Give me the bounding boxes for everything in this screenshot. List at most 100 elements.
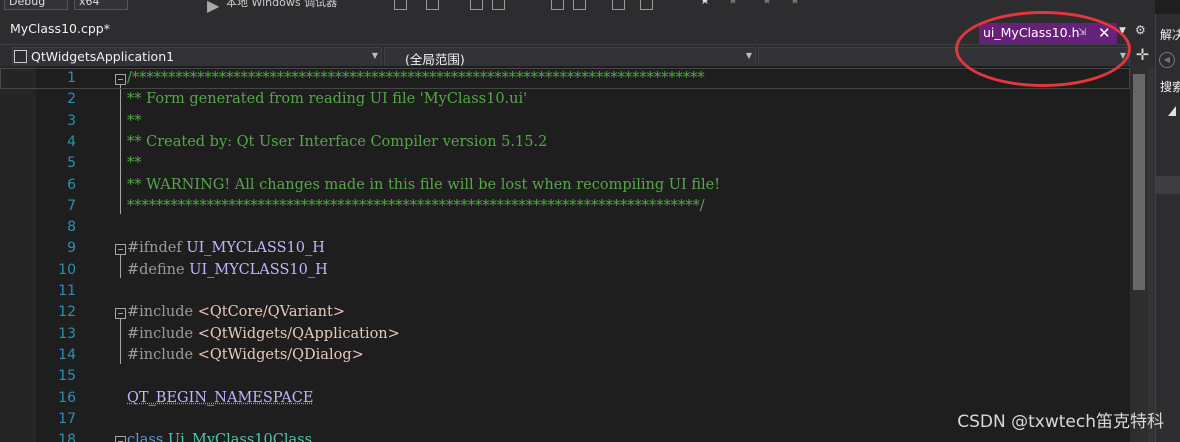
code-token: **: [127, 112, 142, 129]
code-token: #ifndef: [127, 240, 187, 257]
collapse-icon[interactable]: [115, 74, 126, 85]
code-line[interactable]: 5 **: [0, 153, 1130, 174]
code-token: #include: [127, 346, 198, 363]
code-line[interactable]: 6 ** WARNING! All changes made in this fi…: [0, 175, 1130, 196]
code-line[interactable]: 11: [0, 281, 1130, 302]
line-number: 8: [67, 219, 76, 236]
bookmark-icon[interactable]: ★: [700, 0, 710, 7]
bookmark-prev-icon[interactable]: ★: [728, 0, 738, 7]
code-token: #define: [127, 261, 190, 278]
code-line[interactable]: 2 ** Form generated from reading UI file …: [0, 89, 1130, 110]
line-number: 10: [58, 261, 76, 278]
start-debug-icon[interactable]: ▶: [207, 0, 219, 14]
scrollbar-map-strip: [1148, 66, 1155, 442]
collapse-icon[interactable]: [115, 436, 126, 442]
gear-icon[interactable]: ⚙: [1135, 23, 1146, 37]
toolbar-tool-icon[interactable]: [394, 0, 407, 10]
code-token: class: [127, 432, 168, 442]
configuration-dropdown[interactable]: Debug: [4, 0, 68, 10]
line-number: 3: [67, 112, 76, 129]
line-number: 12: [58, 304, 76, 321]
code-line[interactable]: 10 #define UI_MYCLASS10_H: [0, 260, 1130, 281]
panel-title: 解决方案资源管理器: [1160, 28, 1180, 42]
line-number: 6: [67, 176, 76, 193]
code-token: #include: [127, 325, 198, 342]
annotation-circle: [955, 11, 1131, 87]
toolbar-tool-icon[interactable]: [551, 0, 564, 10]
code-token: **: [127, 155, 142, 172]
toolbar-tool-icon[interactable]: [492, 0, 505, 10]
code-text: ****************************************…: [127, 196, 705, 217]
toolbar-tool-icon[interactable]: [470, 0, 483, 10]
code-text: ** Form generated from reading UI file '…: [127, 89, 527, 110]
code-line[interactable]: 15: [0, 366, 1130, 387]
line-number: 5: [67, 155, 76, 172]
code-text: #ifndef UI_MYCLASS10_H: [127, 238, 325, 259]
platform-label: x64: [79, 0, 100, 8]
code-text: #include <QtCore/QVariant>: [127, 302, 345, 323]
solution-search-input[interactable]: 搜索解决方案资源管理器: [1160, 78, 1180, 95]
code-line[interactable]: 16 QT_BEGIN_NAMESPACE: [0, 388, 1130, 409]
project-label: QtWidgetsApplication1: [31, 49, 175, 64]
line-number: 7: [67, 197, 76, 214]
scope-dropdown[interactable]: (全局范围) ▼: [384, 47, 756, 67]
code-line[interactable]: 8: [0, 217, 1130, 238]
selected-tree-item[interactable]: [1156, 176, 1180, 194]
collapse-icon[interactable]: [115, 244, 126, 256]
toolbar-tool-icon[interactable]: [612, 0, 625, 10]
code-line[interactable]: 1 /**************************************…: [0, 68, 1130, 90]
bookmark-clear-icon[interactable]: ★: [790, 0, 800, 7]
project-dropdown[interactable]: QtWidgetsApplication1 ▼: [12, 47, 382, 67]
split-window-icon[interactable]: ✛: [1130, 44, 1155, 66]
line-number: 15: [58, 368, 76, 385]
code-text: ** WARNING! All changes made in this fil…: [127, 175, 720, 196]
solution-explorer-panel: 解决方案资源管理器 ◀ 搜索解决方案资源管理器: [1155, 14, 1180, 442]
code-line[interactable]: 7 ***************************************…: [0, 196, 1130, 217]
line-number: 9: [67, 240, 76, 257]
tree-expand-icon[interactable]: [1168, 106, 1176, 116]
code-line[interactable]: 12 #include <QtCore/QVariant>: [0, 302, 1130, 323]
bookmark-next-icon[interactable]: ★: [762, 0, 772, 7]
line-number: 13: [58, 325, 76, 342]
configuration-label: Debug: [9, 0, 46, 8]
watermark: CSDN @txwtech笛克特科: [957, 412, 1164, 432]
code-line[interactable]: 4 ** Created by: Qt User Interface Compil…: [0, 132, 1130, 153]
code-token: UI_MYCLASS10_H: [186, 240, 325, 257]
line-number: 1: [67, 70, 76, 86]
back-icon[interactable]: ◀: [1159, 52, 1175, 68]
code-text: /***************************************…: [127, 68, 705, 89]
code-line[interactable]: 14 #include <QtWidgets/QDialog>: [0, 345, 1130, 366]
line-number: 4: [67, 133, 76, 150]
code-text: QT_BEGIN_NAMESPACE: [127, 388, 313, 409]
code-token: ** Form generated from reading UI file '…: [127, 91, 528, 108]
code-text: #include <QtWidgets/QApplication>: [127, 324, 400, 345]
toolbar-tool-icon[interactable]: [573, 0, 586, 10]
code-line[interactable]: 9 #ifndef UI_MYCLASS10_H: [0, 238, 1130, 259]
scrollbar-thumb[interactable]: [1133, 74, 1145, 290]
line-number: 14: [58, 346, 76, 363]
main-toolbar: Debug x64 ▶ 本地 Windows 调试器 ★ ★ ★ ★: [0, 0, 1155, 14]
platform-dropdown[interactable]: x64: [74, 0, 128, 10]
project-icon: [14, 50, 27, 63]
vertical-scrollbar[interactable]: [1130, 66, 1155, 442]
line-number: 18: [58, 432, 76, 442]
code-token: ** Created by: Qt User Interface Compile…: [127, 133, 548, 150]
chevron-down-icon: ▼: [371, 51, 378, 60]
code-editor[interactable]: 1 /**************************************…: [0, 66, 1130, 442]
code-token: <QtWidgets/QApplication>: [197, 325, 400, 342]
code-token: #include: [127, 304, 198, 321]
code-line[interactable]: 3 **: [0, 111, 1130, 132]
code-token: Ui_MyClass10Class: [167, 432, 313, 442]
toolbar-tool-icon[interactable]: [426, 0, 439, 10]
code-text: #define UI_MYCLASS10_H: [127, 260, 328, 281]
chevron-down-icon: ▼: [745, 51, 752, 60]
code-text: #include <QtWidgets/QDialog>: [127, 345, 364, 366]
code-line[interactable]: 13 #include <QtWidgets/QApplication>: [0, 324, 1130, 345]
toolbar-tool-icon[interactable]: [640, 0, 653, 10]
debug-target-button[interactable]: 本地 Windows 调试器: [226, 0, 337, 10]
code-text: ** Created by: Qt User Interface Compile…: [127, 132, 547, 153]
tab-myclass10-cpp[interactable]: MyClass10.cpp*: [10, 21, 110, 36]
code-text: **: [127, 153, 142, 174]
code-token: QT_BEGIN_NAMESPACE: [127, 389, 314, 406]
collapse-icon[interactable]: [115, 308, 126, 320]
